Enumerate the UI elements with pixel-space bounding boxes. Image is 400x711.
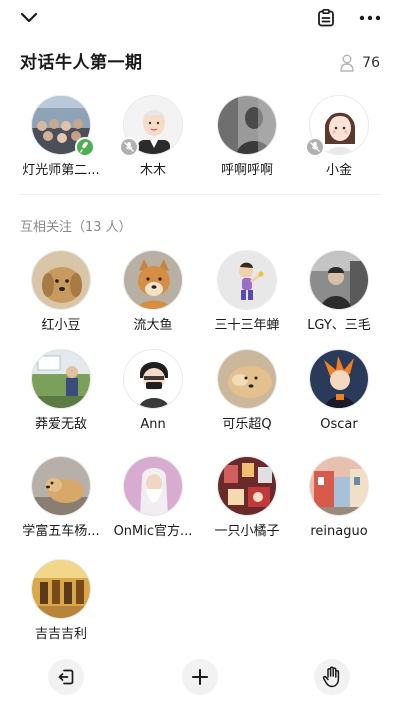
mic-muted-icon (124, 142, 134, 152)
avatar (123, 349, 183, 409)
follower-row: 红小豆 流大鱼 三十三年蝉 LGY、三毛 (0, 250, 400, 346)
follower-name: 可乐超Q (222, 417, 272, 432)
exit-icon (58, 669, 74, 685)
follower-name: 吉吉吉利 (34, 627, 87, 642)
follower-item[interactable]: 一只小橘子 (200, 456, 294, 541)
follower-name: Ann (140, 417, 166, 432)
follower-name: reinaguo (310, 524, 368, 539)
add-button[interactable] (182, 659, 218, 695)
leave-room-button[interactable] (48, 659, 84, 695)
avatar (31, 349, 91, 409)
follower-name: Oscar (320, 417, 358, 432)
avatar (31, 456, 91, 516)
listener-count-value: 76 (362, 55, 380, 71)
follower-name: 流大鱼 (133, 318, 173, 333)
speaker-name: 小金 (325, 163, 352, 178)
chevron-down-icon (20, 12, 38, 23)
avatar (309, 456, 369, 516)
bottom-action-bar (0, 656, 400, 700)
avatar (31, 95, 95, 157)
follower-name: 一只小橘子 (214, 524, 280, 539)
plus-icon (192, 669, 208, 685)
follower-item[interactable]: OnMic官方... (106, 456, 200, 541)
avatar (119, 95, 183, 157)
speaker-name: 木木 (139, 163, 166, 178)
hand-icon (322, 666, 340, 688)
avatar (217, 349, 277, 409)
top-bar (0, 0, 400, 36)
mic-on-badge (75, 137, 95, 157)
room-title: 对话牛人第一期 (20, 53, 143, 73)
person-outline-icon (340, 54, 354, 72)
mutual-follow-title: 互相关注（13 人） (20, 220, 132, 235)
mic-icon (80, 141, 88, 153)
follower-row: 莽爱无敌 Ann 可乐超Q Oscar (0, 349, 400, 445)
follower-item[interactable]: reinaguo (292, 456, 386, 541)
mic-off-badge (119, 137, 139, 157)
follower-row: 吉吉吉利 (0, 559, 400, 655)
follower-item[interactable]: 学富五车杨... (14, 456, 108, 541)
room-header: 对话牛人第一期 76 (20, 50, 380, 76)
mic-off-badge (305, 137, 325, 157)
collapse-button[interactable] (14, 4, 44, 32)
more-dots-icon (359, 15, 381, 21)
follower-item[interactable]: LGY、三毛 (292, 250, 386, 335)
follower-item[interactable]: 三十三年蝉 (200, 250, 294, 335)
avatar (305, 95, 369, 157)
avatar (217, 250, 277, 310)
avatar (123, 250, 183, 310)
speaker-item[interactable]: 木木 (106, 95, 200, 180)
follower-row: 学富五车杨... OnMic官方... 一只小橘子 reinaguo (0, 456, 400, 552)
follower-name: 莽爱无敌 (34, 417, 87, 432)
room-info-button[interactable] (311, 4, 341, 32)
follower-name: 三十三年蝉 (214, 318, 280, 333)
follower-item[interactable]: 流大鱼 (106, 250, 200, 335)
follower-item[interactable]: 吉吉吉利 (14, 559, 108, 644)
follower-name: 红小豆 (41, 318, 81, 333)
avatar (123, 456, 183, 516)
speaker-item[interactable]: 小金 (292, 95, 386, 180)
avatar (309, 250, 369, 310)
follower-item[interactable]: Ann (106, 349, 200, 434)
speaker-name: 呼啊呼啊 (220, 163, 273, 178)
speaker-name: 灯光师第二... (22, 163, 100, 178)
follower-name: OnMic官方... (113, 524, 193, 539)
mic-muted-icon (310, 142, 320, 152)
listener-count[interactable]: 76 (340, 50, 380, 76)
speaker-row: 灯光师第二... 木木 呼啊呼啊 小金 (0, 95, 400, 187)
follower-item[interactable]: Oscar (292, 349, 386, 434)
avatar (31, 559, 91, 619)
follower-name: LGY、三毛 (307, 318, 371, 333)
avatar (309, 349, 369, 409)
avatar (217, 456, 277, 516)
follower-item[interactable]: 莽爱无敌 (14, 349, 108, 434)
speaker-item[interactable]: 呼啊呼啊 (200, 95, 294, 180)
raise-hand-button[interactable] (314, 659, 350, 695)
speaker-item[interactable]: 灯光师第二... (14, 95, 108, 180)
follower-name: 学富五车杨... (22, 524, 100, 539)
avatar (31, 250, 91, 310)
more-button[interactable] (355, 4, 385, 32)
follower-item[interactable]: 红小豆 (14, 250, 108, 335)
avatar (217, 95, 277, 155)
follower-item[interactable]: 可乐超Q (200, 349, 294, 434)
section-divider (20, 194, 380, 195)
clipboard-icon (318, 8, 334, 27)
